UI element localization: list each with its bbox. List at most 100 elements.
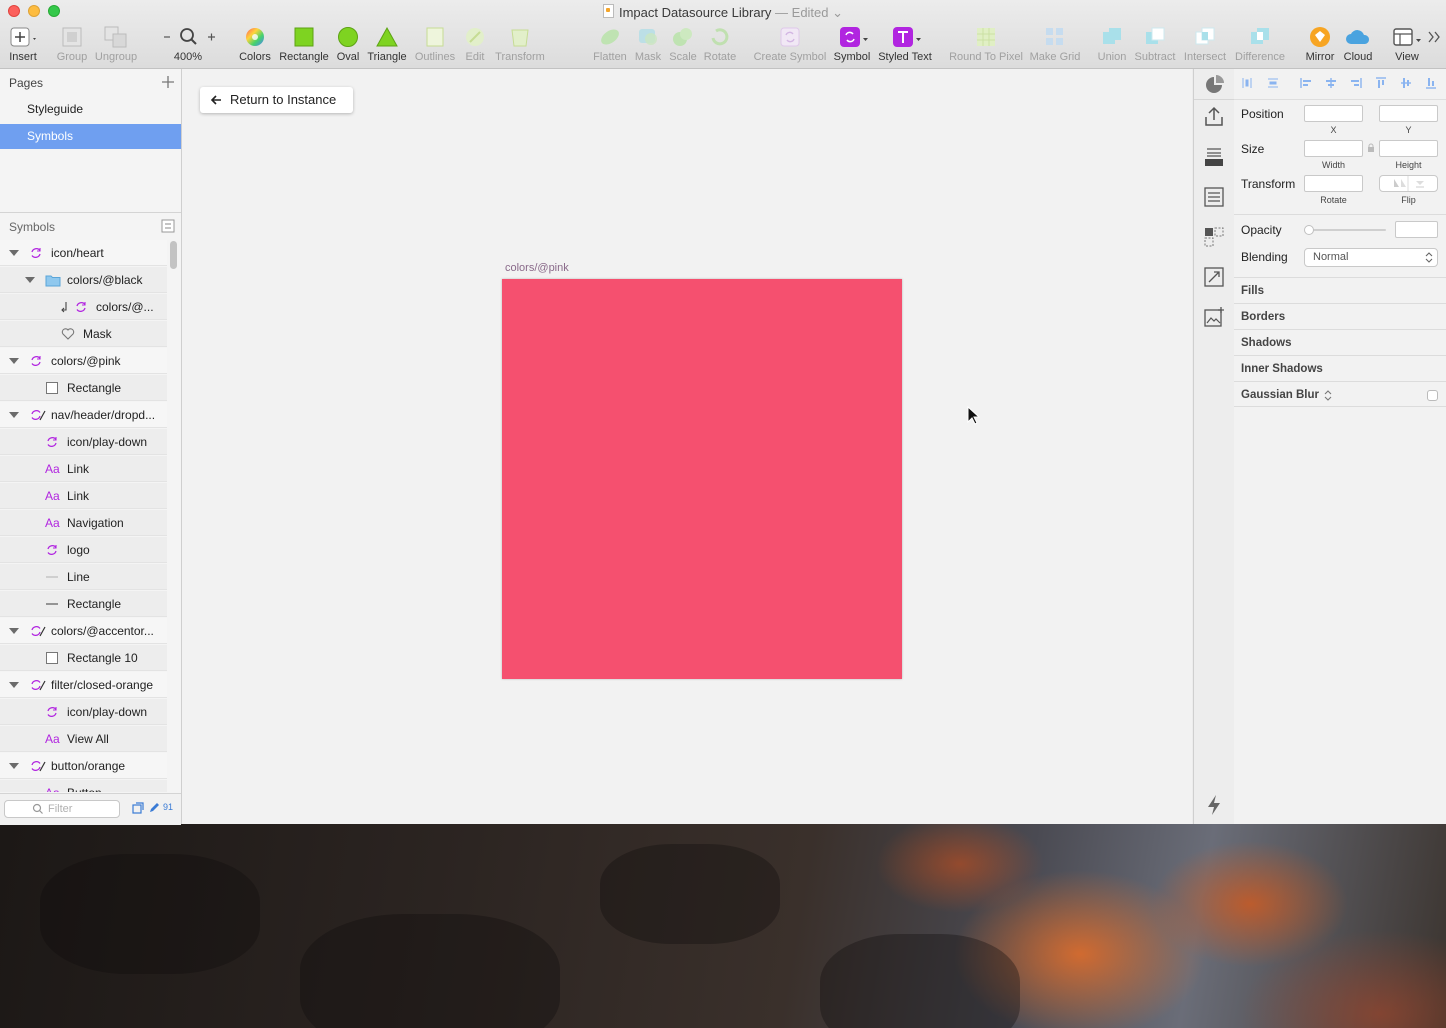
ungroup-button[interactable]: Ungroup: [94, 26, 138, 63]
layer-text-navigation[interactable]: Aa Navigation: [0, 510, 167, 536]
disclosure-triangle-icon[interactable]: [25, 277, 35, 283]
gaussian-blur-checkbox[interactable]: [1427, 390, 1438, 401]
shadows-section[interactable]: Shadows: [1234, 329, 1446, 355]
layer-symbol-instance[interactable]: colors/@...: [0, 294, 167, 320]
inner-shadows-section[interactable]: Inner Shadows: [1234, 355, 1446, 381]
outlines-button[interactable]: Outlines: [412, 26, 458, 63]
create-symbol-button[interactable]: Create Symbol: [752, 26, 828, 63]
layer-rectangle[interactable]: Rectangle: [0, 375, 167, 401]
round-to-pixel-button[interactable]: Round To Pixel: [948, 26, 1024, 63]
lightning-icon[interactable]: [1202, 793, 1226, 817]
page-item-styleguide[interactable]: Styleguide: [0, 97, 181, 122]
add-image-icon[interactable]: [1202, 305, 1226, 329]
layer-symbol-filter-closed-orange[interactable]: filter/closed-orange: [0, 672, 167, 698]
layout-icon[interactable]: [1202, 145, 1226, 169]
filter-input[interactable]: Filter: [4, 800, 120, 818]
make-grid-button[interactable]: Make Grid: [1026, 26, 1084, 63]
layer-symbol-colors-pink[interactable]: colors/@pink: [0, 348, 167, 374]
borders-section[interactable]: Borders: [1234, 303, 1446, 329]
layer-symbol-colors-accent[interactable]: colors/@accentor...: [0, 618, 167, 644]
height-field[interactable]: [1379, 140, 1438, 157]
styled-text-button[interactable]: Styled Text: [876, 26, 934, 63]
layer-text-link[interactable]: Aa Link: [0, 456, 167, 482]
resize-artboard-icon[interactable]: [1202, 265, 1226, 289]
export-icon[interactable]: [1202, 105, 1226, 129]
page-item-symbols[interactable]: Symbols: [0, 124, 181, 149]
layer-rectangle-10[interactable]: Rectangle 10: [0, 645, 167, 671]
symbols-filter-icon[interactable]: [132, 802, 144, 814]
mirror-button[interactable]: Mirror: [1302, 26, 1338, 63]
insert-button[interactable]: Insert: [4, 26, 42, 63]
intersect-button[interactable]: Intersect: [1182, 26, 1228, 63]
layer-text-link[interactable]: Aa Link: [0, 483, 167, 509]
align-middle-vertical-icon[interactable]: [1400, 77, 1412, 89]
pie-chart-icon[interactable]: [1202, 73, 1226, 97]
toolbar-overflow-button[interactable]: [1426, 26, 1442, 51]
return-to-instance-button[interactable]: Return to Instance: [200, 87, 353, 113]
opacity-field[interactable]: [1395, 221, 1438, 238]
mask-button[interactable]: Mask: [632, 26, 664, 63]
blending-select[interactable]: Normal: [1304, 248, 1438, 267]
canvas[interactable]: Return to Instance colors/@pink: [182, 69, 1192, 824]
colors-button[interactable]: Colors: [236, 26, 274, 63]
gaussian-blur-section[interactable]: Gaussian Blur: [1234, 381, 1446, 407]
disclosure-triangle-icon[interactable]: [9, 250, 19, 256]
artboard-label[interactable]: colors/@pink: [505, 262, 569, 274]
align-top-icon[interactable]: [1375, 77, 1387, 89]
layer-symbol-instance-logo[interactable]: logo: [0, 537, 167, 563]
scale-button[interactable]: Scale: [666, 26, 700, 63]
layer-mask[interactable]: Mask: [0, 321, 167, 347]
fills-section[interactable]: Fills: [1234, 277, 1446, 303]
y-field[interactable]: [1379, 105, 1438, 122]
opacity-slider-knob[interactable]: [1304, 225, 1314, 235]
flip-control[interactable]: [1379, 175, 1438, 192]
edit-button[interactable]: Edit: [460, 26, 490, 63]
group-button[interactable]: Group: [54, 26, 90, 63]
rotate-button[interactable]: Rotate: [702, 26, 738, 63]
add-page-button[interactable]: [161, 75, 175, 89]
triangle-tool[interactable]: Triangle: [366, 26, 408, 63]
flatten-button[interactable]: Flatten: [590, 26, 630, 63]
symbol-artboard[interactable]: [502, 279, 902, 679]
layer-group-colors-black[interactable]: colors/@black: [0, 267, 167, 293]
zoom-control[interactable]: 400%: [158, 26, 218, 63]
disclosure-triangle-icon[interactable]: [9, 682, 19, 688]
align-left-icon[interactable]: [1300, 77, 1312, 89]
list-panel-icon[interactable]: [1202, 185, 1226, 209]
layer-symbol-icon-heart[interactable]: icon/heart: [0, 240, 167, 266]
align-bottom-icon[interactable]: [1425, 77, 1437, 89]
layer-list-scrollbar[interactable]: [170, 241, 177, 269]
difference-button[interactable]: Difference: [1232, 26, 1288, 63]
disclosure-triangle-icon[interactable]: [9, 358, 19, 364]
rotate-field[interactable]: [1304, 175, 1363, 192]
layer-symbol-instance-play-down[interactable]: icon/play-down: [0, 699, 167, 725]
disclosure-triangle-icon[interactable]: [9, 628, 19, 634]
width-field[interactable]: [1304, 140, 1363, 157]
layer-symbol-nav-header[interactable]: nav/header/dropd...: [0, 402, 167, 428]
rectangle-tool[interactable]: Rectangle: [278, 26, 330, 63]
cloud-button[interactable]: Cloud: [1340, 26, 1376, 63]
align-center-horizontal-icon[interactable]: [1325, 77, 1337, 89]
view-button[interactable]: View: [1390, 26, 1424, 63]
union-button[interactable]: Union: [1094, 26, 1130, 63]
transform-button[interactable]: Transform: [494, 26, 546, 63]
align-right-icon[interactable]: [1350, 77, 1362, 89]
pencil-icon[interactable]: [148, 802, 160, 814]
layer-line[interactable]: Line: [0, 564, 167, 590]
layer-text-button[interactable]: Aa Button: [0, 780, 167, 792]
layer-symbol-instance-play-down[interactable]: icon/play-down: [0, 429, 167, 455]
symbol-overrides-icon[interactable]: [1202, 225, 1226, 249]
disclosure-triangle-icon[interactable]: [9, 412, 19, 418]
distribute-vertical-icon[interactable]: [1267, 77, 1279, 89]
subtract-button[interactable]: Subtract: [1132, 26, 1178, 63]
oval-tool[interactable]: Oval: [334, 26, 362, 63]
layer-text-view-all[interactable]: Aa View All: [0, 726, 167, 752]
layer-symbol-button-orange[interactable]: button/orange: [0, 753, 167, 779]
collapse-all-button[interactable]: [161, 219, 175, 233]
lock-icon[interactable]: [1367, 143, 1375, 153]
stepper-arrows-icon[interactable]: [1324, 389, 1332, 401]
distribute-horizontal-icon[interactable]: [1241, 77, 1253, 89]
x-field[interactable]: [1304, 105, 1363, 122]
opacity-slider[interactable]: [1304, 225, 1386, 235]
layer-rectangle[interactable]: Rectangle: [0, 591, 167, 617]
